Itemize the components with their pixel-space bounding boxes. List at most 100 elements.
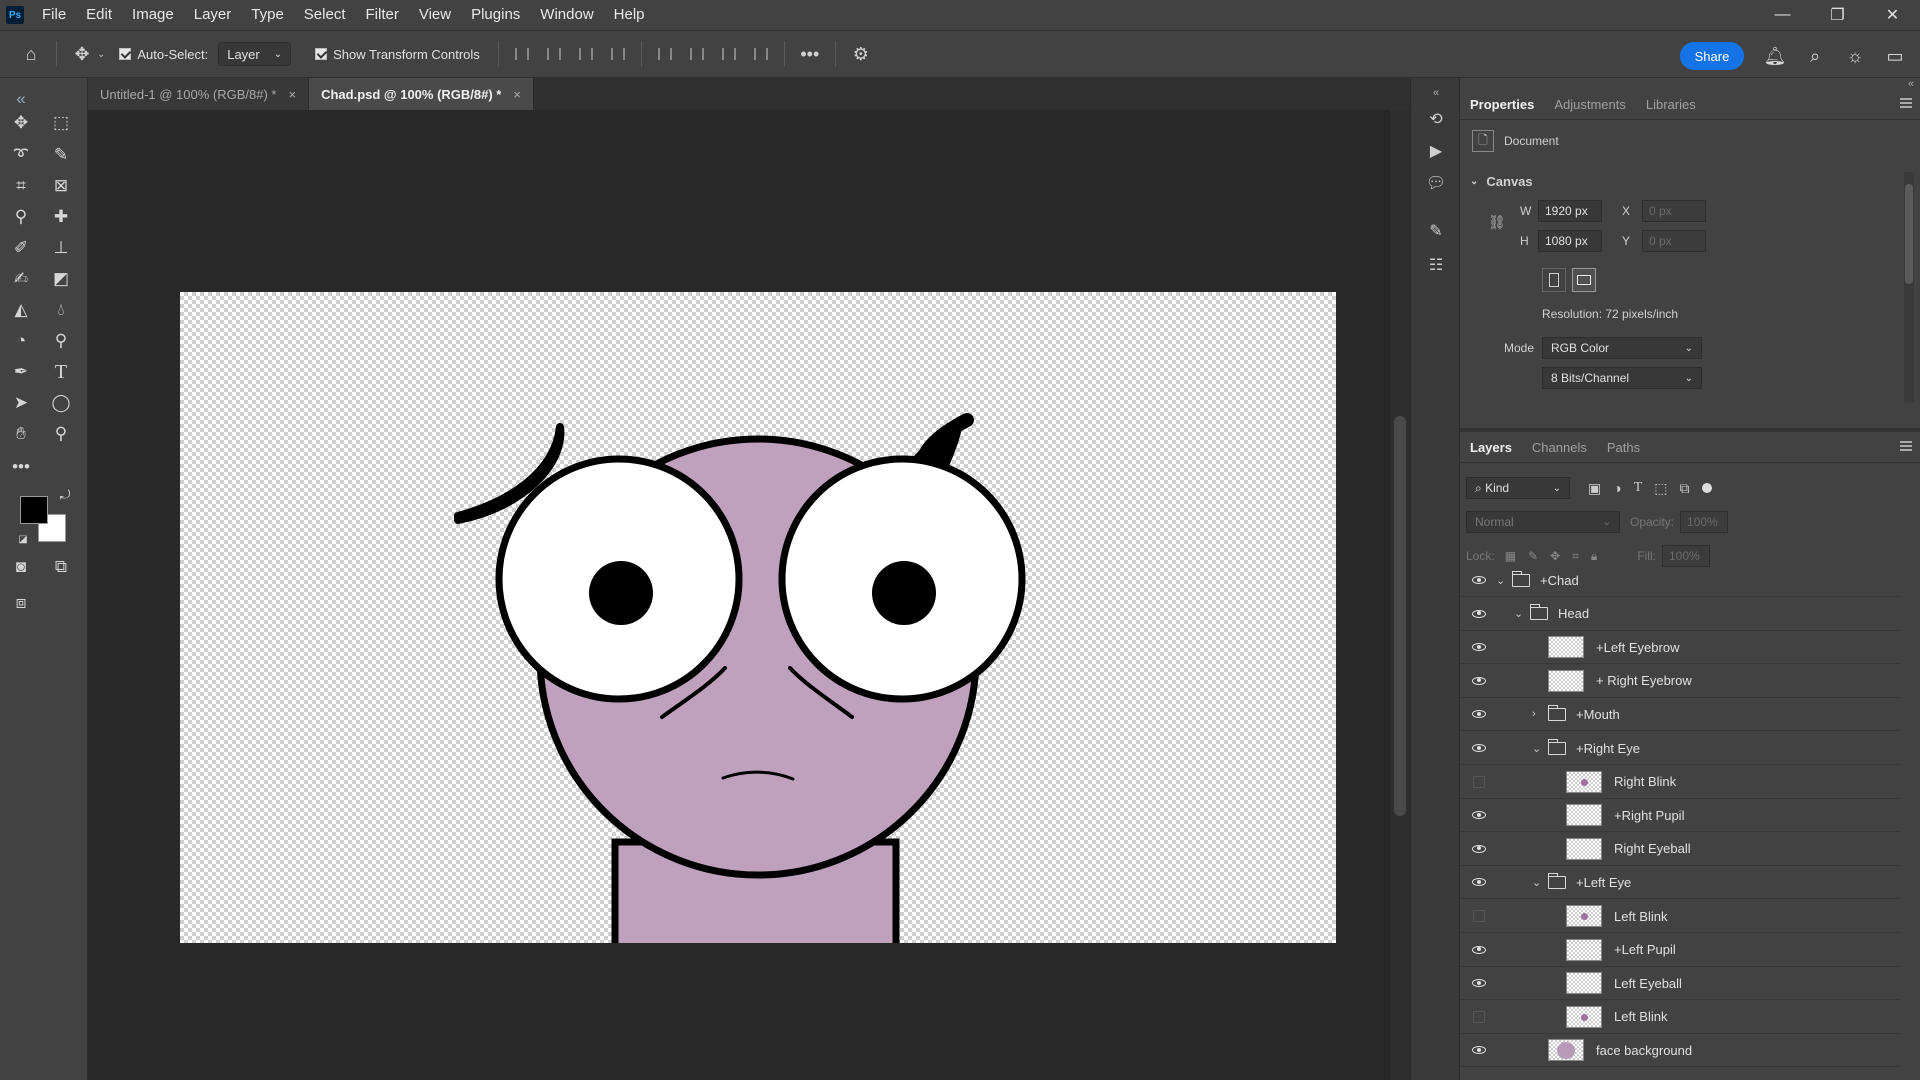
collapse-toolbar-icon[interactable]: « bbox=[6, 86, 36, 112]
tab-paths[interactable]: Paths bbox=[1597, 433, 1650, 463]
tab-libraries[interactable]: Libraries bbox=[1636, 90, 1706, 120]
path-select-tool-icon[interactable]: ➤ bbox=[6, 390, 36, 416]
layer-group-row[interactable]: › +Mouth bbox=[1460, 698, 1900, 732]
menu-image[interactable]: Image bbox=[122, 0, 184, 30]
layer-row[interactable]: Left Blink bbox=[1460, 900, 1900, 933]
lock-all-icon[interactable]: 🔒︎ bbox=[1591, 549, 1597, 564]
tab-channels[interactable]: Channels bbox=[1522, 433, 1597, 463]
lightbulb-icon[interactable]: ☼ bbox=[1840, 41, 1870, 71]
dodge-tool-icon[interactable]: ◔ bbox=[6, 328, 36, 354]
visibility-toggle-off[interactable] bbox=[1470, 907, 1488, 925]
lock-pixels-icon[interactable]: ✎ bbox=[1528, 549, 1538, 563]
menu-filter[interactable]: Filter bbox=[356, 0, 409, 30]
canvas-section-header[interactable]: ⌄ Canvas bbox=[1470, 174, 1533, 189]
visibility-eye-icon[interactable] bbox=[1470, 840, 1488, 858]
width-input[interactable]: 1920 px bbox=[1538, 200, 1602, 222]
properties-scrollbar[interactable] bbox=[1904, 172, 1914, 402]
menu-select[interactable]: Select bbox=[294, 0, 356, 30]
workspace-icon[interactable]: ▭ bbox=[1880, 41, 1910, 71]
more-options-icon[interactable]: ••• bbox=[795, 39, 825, 69]
collapse-panels-icon[interactable]: « bbox=[1421, 80, 1451, 106]
visibility-eye-icon[interactable] bbox=[1470, 672, 1488, 690]
layer-row[interactable]: +Left Pupil bbox=[1460, 934, 1900, 967]
layer-row[interactable]: + Right Eyebrow bbox=[1460, 665, 1900, 698]
align-left-icon[interactable] bbox=[509, 41, 535, 67]
layer-row[interactable]: +Left Eyebrow bbox=[1460, 631, 1900, 665]
align-right-icon[interactable] bbox=[573, 41, 599, 67]
burn-tool-icon[interactable]: ⚲ bbox=[46, 328, 76, 354]
ellipse-tool-icon[interactable]: ◯ bbox=[46, 390, 76, 416]
menu-help[interactable]: Help bbox=[604, 0, 655, 30]
frame-tool-icon[interactable]: ⊠ bbox=[46, 173, 76, 199]
visibility-eye-icon[interactable] bbox=[1470, 605, 1488, 623]
adjustments-sliders-icon[interactable]: ☷ bbox=[1421, 252, 1451, 278]
actions-play-icon[interactable]: ▶ bbox=[1421, 138, 1451, 164]
layer-row[interactable]: Left Blink bbox=[1460, 1001, 1900, 1034]
layer-row[interactable]: face background bbox=[1460, 1034, 1900, 1068]
panel-divider[interactable] bbox=[1460, 428, 1920, 432]
default-colors-icon[interactable]: ◪ bbox=[8, 526, 38, 552]
chevron-down-icon[interactable]: ⌄ bbox=[97, 49, 105, 60]
bit-depth-dropdown[interactable]: 8 Bits/Channel ⌄ bbox=[1542, 367, 1702, 389]
filter-adjustment-icon[interactable]: ◑ bbox=[1613, 480, 1621, 496]
visibility-eye-icon[interactable] bbox=[1470, 941, 1488, 959]
marquee-tool-icon[interactable]: ⬚ bbox=[46, 110, 76, 136]
auto-select-target-dropdown[interactable]: Layer ⌄ bbox=[218, 42, 292, 66]
generative-fill-icon[interactable]: ⧈ bbox=[6, 590, 36, 616]
visibility-toggle-off[interactable] bbox=[1470, 1008, 1488, 1026]
layer-group-row[interactable]: ⌄ +Left Eye bbox=[1460, 866, 1900, 900]
tab-properties[interactable]: Properties bbox=[1460, 90, 1544, 120]
quick-select-tool-icon[interactable]: ✎ bbox=[46, 142, 76, 168]
layer-row[interactable]: Right Eyeball bbox=[1460, 833, 1900, 866]
visibility-eye-icon[interactable] bbox=[1470, 873, 1488, 891]
landscape-icon[interactable] bbox=[1572, 268, 1596, 292]
y-input[interactable]: 0 px bbox=[1642, 230, 1706, 252]
document-canvas[interactable] bbox=[180, 292, 1336, 943]
lasso-tool-icon[interactable]: ➰︎ bbox=[6, 142, 36, 168]
tab-layers[interactable]: Layers bbox=[1460, 433, 1522, 463]
align-top-icon[interactable] bbox=[652, 41, 678, 67]
hand-tool-icon[interactable]: ✋︎ bbox=[6, 421, 36, 447]
visibility-eye-icon[interactable] bbox=[1470, 571, 1488, 589]
filter-shape-icon[interactable]: ⬚ bbox=[1654, 480, 1667, 497]
eyedropper-tool-icon[interactable]: ⚲ bbox=[6, 204, 36, 230]
filter-smart-object-icon[interactable]: ⧉ bbox=[1680, 480, 1690, 497]
vertical-scrollbar[interactable] bbox=[1390, 110, 1410, 1080]
paint-bucket-tool-icon[interactable]: ◭ bbox=[6, 297, 36, 323]
brush-settings-icon[interactable]: ✎ bbox=[1421, 218, 1451, 244]
crop-tool-icon[interactable]: ⌗ bbox=[6, 173, 36, 199]
quick-mask-icon[interactable]: ◙ bbox=[6, 554, 36, 580]
stamp-tool-icon[interactable]: ⊥ bbox=[46, 235, 76, 261]
type-tool-icon[interactable]: T bbox=[46, 359, 76, 385]
show-transform-checkbox[interactable] bbox=[315, 48, 328, 60]
scrollbar-thumb[interactable] bbox=[1394, 416, 1406, 816]
blur-tool-icon[interactable]: 💧︎ bbox=[46, 297, 76, 323]
comments-icon[interactable]: 💬︎ bbox=[1421, 170, 1451, 196]
visibility-eye-icon[interactable] bbox=[1470, 806, 1488, 824]
filter-pixel-icon[interactable]: ▣ bbox=[1588, 480, 1601, 497]
bell-icon[interactable]: 🔔︎ bbox=[1760, 41, 1790, 71]
auto-select-checkbox[interactable] bbox=[119, 48, 132, 60]
visibility-eye-icon[interactable] bbox=[1470, 638, 1488, 656]
layer-group-row[interactable]: ⌄ +Right Eye bbox=[1460, 732, 1900, 765]
layer-row[interactable]: Left Eyeball bbox=[1460, 967, 1900, 1001]
minimize-button[interactable]: — bbox=[1755, 0, 1810, 30]
move-tool-icon[interactable]: ✥ bbox=[6, 110, 36, 136]
lock-position-icon[interactable]: ✥ bbox=[1550, 549, 1560, 563]
zoom-tool-icon[interactable]: ⚲ bbox=[46, 421, 76, 447]
color-mode-dropdown[interactable]: RGB Color ⌄ bbox=[1542, 337, 1702, 359]
gear-icon[interactable]: ⚙ bbox=[846, 39, 876, 69]
close-tab-icon[interactable]: × bbox=[513, 87, 521, 102]
panel-menu-icon[interactable] bbox=[1900, 98, 1912, 108]
lock-transparent-icon[interactable]: ▦ bbox=[1505, 549, 1516, 563]
filter-type-icon[interactable]: T bbox=[1634, 480, 1643, 496]
chevron-down-icon[interactable]: ⌄ bbox=[1532, 876, 1541, 889]
blend-mode-dropdown[interactable]: Normal ⌄ bbox=[1466, 511, 1620, 533]
menu-file[interactable]: File bbox=[32, 0, 76, 30]
x-input[interactable]: 0 px bbox=[1642, 200, 1706, 222]
visibility-eye-icon[interactable] bbox=[1470, 739, 1488, 757]
opacity-input[interactable]: 100% bbox=[1680, 511, 1729, 533]
healing-brush-tool-icon[interactable]: ✚ bbox=[46, 204, 76, 230]
panel-menu-icon[interactable] bbox=[1900, 441, 1912, 451]
close-button[interactable]: ✕ bbox=[1865, 0, 1920, 30]
